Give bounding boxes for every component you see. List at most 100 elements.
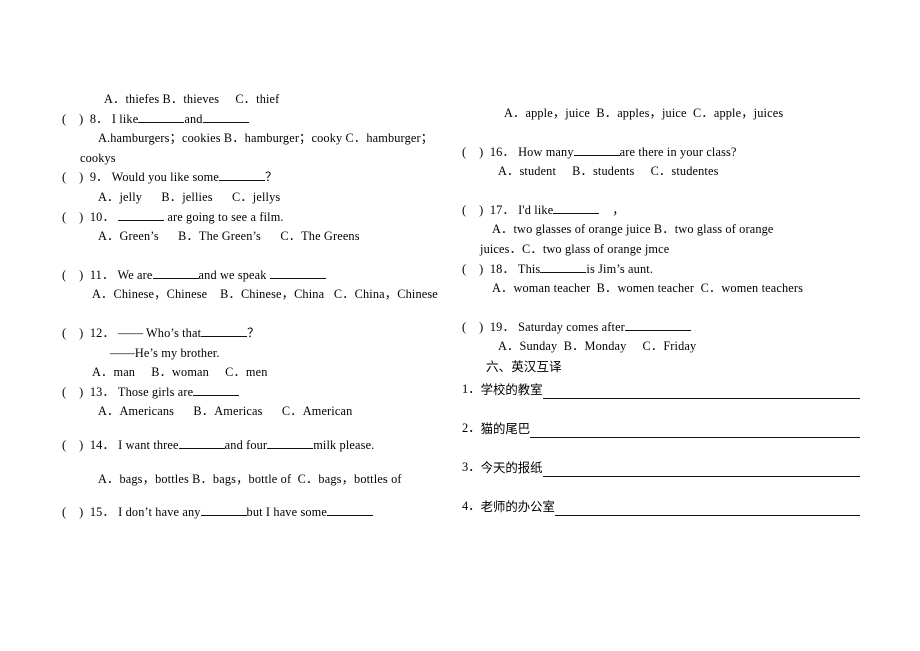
question-14-number: 14． (89, 437, 115, 452)
question-17-text-post: ， (612, 202, 625, 217)
question-8-blank-2[interactable] (202, 110, 249, 123)
question-19-blank-1[interactable] (624, 318, 691, 331)
question-9-text-pre: Would you like some (111, 170, 220, 185)
question-10-number: 10． (89, 209, 115, 224)
translation-item-4-text: 老师的办公室 (480, 498, 555, 514)
question-14-blank-2[interactable] (267, 437, 314, 449)
question-13: ( ) 13． Those girls are A．Americans B．Am… (62, 383, 442, 422)
translation-item-2-text: 猫的尾巴 (480, 420, 531, 436)
question-16-blank-1[interactable] (573, 143, 620, 156)
question-17-text-pre: I'd like (518, 202, 554, 217)
question-9-blank-1[interactable] (219, 169, 266, 182)
question-19-text-pre: Saturday comes after (518, 319, 625, 334)
question-12-options-line-1[interactable]: A．man B．woman C．men (62, 363, 442, 383)
question-8-options-line-2[interactable]: cookys (62, 149, 442, 169)
question-8-number: 8． (89, 111, 109, 126)
question-14-options-line-1[interactable]: A．bags，bottles B．bags，bottle of C．bags，b… (62, 470, 442, 490)
question-18-options-line-1[interactable]: A．woman teacher B．women teacher C．women … (462, 279, 860, 299)
answer-bracket-16[interactable]: ( ) (462, 145, 483, 159)
question-19: ( ) 19． Saturday comes after A．Sunday B．… (462, 318, 860, 357)
translation-item-1-text: 学校的教室 (480, 381, 543, 397)
question-9-stem: ( ) 9． Would you like some ？ (62, 168, 442, 188)
question-13-options-line-1[interactable]: A．Americans B．Americas C．American (62, 402, 442, 422)
question-8-options-line-1[interactable]: A.hamburgers；cookies B．hamburger；cooky C… (62, 129, 442, 149)
question-12-number: 12． (89, 325, 115, 340)
translation-section-heading: 六、英汉互译 (486, 358, 562, 374)
question-15-blank-2[interactable] (327, 504, 373, 517)
question-18-text-post: is Jim’s aunt. (586, 261, 654, 276)
question-14-text-pre: I want three (118, 437, 179, 452)
question-19-options-line-1[interactable]: A．Sunday B．Monday C．Friday (462, 337, 860, 357)
question-11-stem: ( ) 11． We are and we speak (62, 266, 442, 286)
question-10-options-line-1[interactable]: A．Green’s B．The Green’s C．The Greens (62, 227, 442, 247)
question-18-number: 18． (489, 261, 515, 276)
translation-item-4-answer-line[interactable] (554, 504, 860, 516)
answer-bracket-8[interactable]: ( ) (62, 112, 83, 126)
question-15-stem: ( ) 15． I don’t have any but I have some (62, 503, 442, 523)
answer-bracket-14[interactable]: ( ) (62, 438, 83, 452)
question-11: ( ) 11． We are and we speak A．Chinese，Chi… (62, 266, 442, 305)
translation-item-3-answer-line[interactable] (542, 465, 860, 477)
question-15: ( ) 15． I don’t have any but I have some (62, 503, 442, 523)
question-13-blank-1[interactable] (193, 383, 240, 396)
worksheet-page: A．thiefes B．thieves C．thief ( ) 8． I lik… (0, 0, 920, 651)
question-17-options-line-2[interactable]: juices．C．two glass of orange jmce (462, 240, 860, 260)
question-12-text-post: ？ (247, 325, 260, 340)
question-9-options-line-1[interactable]: A．jelly B．jellies C．jellys (62, 188, 442, 208)
question-14-blank-1[interactable] (178, 437, 225, 449)
question-12-stem-line-2: ——He’s my brother. (110, 345, 220, 360)
question-13-text-pre: Those girls are (117, 384, 194, 399)
question-13-stem: ( ) 13． Those girls are (62, 383, 442, 403)
question-11-options-line-1[interactable]: A．Chinese，Chinese B．Chinese，China C．Chin… (62, 285, 442, 305)
question-16-text-pre: How many (518, 144, 574, 159)
question-18: ( ) 18． This is Jim’s aunt. A．woman teach… (462, 260, 860, 299)
question-15-text-pre: I don’t have any (118, 505, 201, 520)
question-8-stem: ( ) 8． I like and (62, 110, 442, 130)
question-18-blank-1[interactable] (540, 260, 587, 273)
question-15-number: 15． (89, 505, 115, 520)
question-17-blank-1[interactable] (553, 201, 600, 214)
question-14-stem: ( ) 14． I want three and four milk please. (62, 436, 442, 456)
translation-item-3-number: 3． (462, 459, 481, 474)
translation-item-2-answer-line[interactable] (530, 426, 860, 438)
question-11-text-mid: and we speak (198, 267, 267, 282)
question-16-options-line-1[interactable]: A．student B．students C．studentes (462, 162, 860, 182)
translation-item-4-number: 4． (462, 498, 481, 513)
question-10-blank-1[interactable] (118, 208, 165, 221)
question-17: ( ) 17． I'd like ， A．two glasses of oran… (462, 201, 860, 260)
question-16-number: 16． (489, 144, 515, 159)
question-17-stem: ( ) 17． I'd like ， (462, 201, 860, 221)
answer-bracket-12[interactable]: ( ) (62, 326, 83, 340)
question-16-stem: ( ) 16． How many are there in your class? (462, 143, 860, 163)
question-9: ( ) 9． Would you like some ？ A．jelly B．je… (62, 168, 442, 207)
translation-item-1-answer-line[interactable] (542, 387, 860, 399)
answer-bracket-17[interactable]: ( ) (462, 203, 483, 217)
question-8: ( ) 8． I like and A.hamburgers；cookies B．… (62, 110, 442, 169)
question-8-blank-1[interactable] (138, 110, 185, 123)
question-9-text-post: ？ (265, 170, 278, 185)
question-12-blank-1[interactable] (201, 325, 248, 337)
answer-bracket-9[interactable]: ( ) (62, 170, 83, 184)
answer-bracket-18[interactable]: ( ) (462, 262, 483, 276)
question-18-text-pre: This (517, 261, 541, 276)
question-11-blank-1[interactable] (152, 266, 199, 279)
answer-bracket-11[interactable]: ( ) (62, 268, 83, 282)
translation-item-3: 3． 今天的报纸 (462, 458, 860, 477)
orphan-options-right[interactable]: A．apple，juice B．apples，juice C．apple，jui… (462, 104, 860, 124)
translation-item-2-number: 2． (462, 420, 481, 435)
question-18-stem: ( ) 18． This is Jim’s aunt. (462, 260, 860, 280)
question-10: ( ) 10． are going to see a film. A．Green… (62, 208, 442, 247)
question-12-text-pre: —— Who’s that (118, 325, 202, 340)
question-15-blank-1[interactable] (200, 504, 247, 517)
answer-bracket-10[interactable]: ( ) (62, 210, 83, 224)
question-17-options-line-1[interactable]: A．two glasses of orange juice B．two glas… (462, 220, 860, 240)
answer-bracket-19[interactable]: ( ) (462, 320, 483, 334)
question-11-blank-2[interactable] (269, 266, 326, 279)
answer-bracket-13[interactable]: ( ) (62, 385, 83, 399)
answer-bracket-15[interactable]: ( ) (62, 505, 83, 519)
question-10-text-post: are going to see a film. (167, 209, 284, 224)
